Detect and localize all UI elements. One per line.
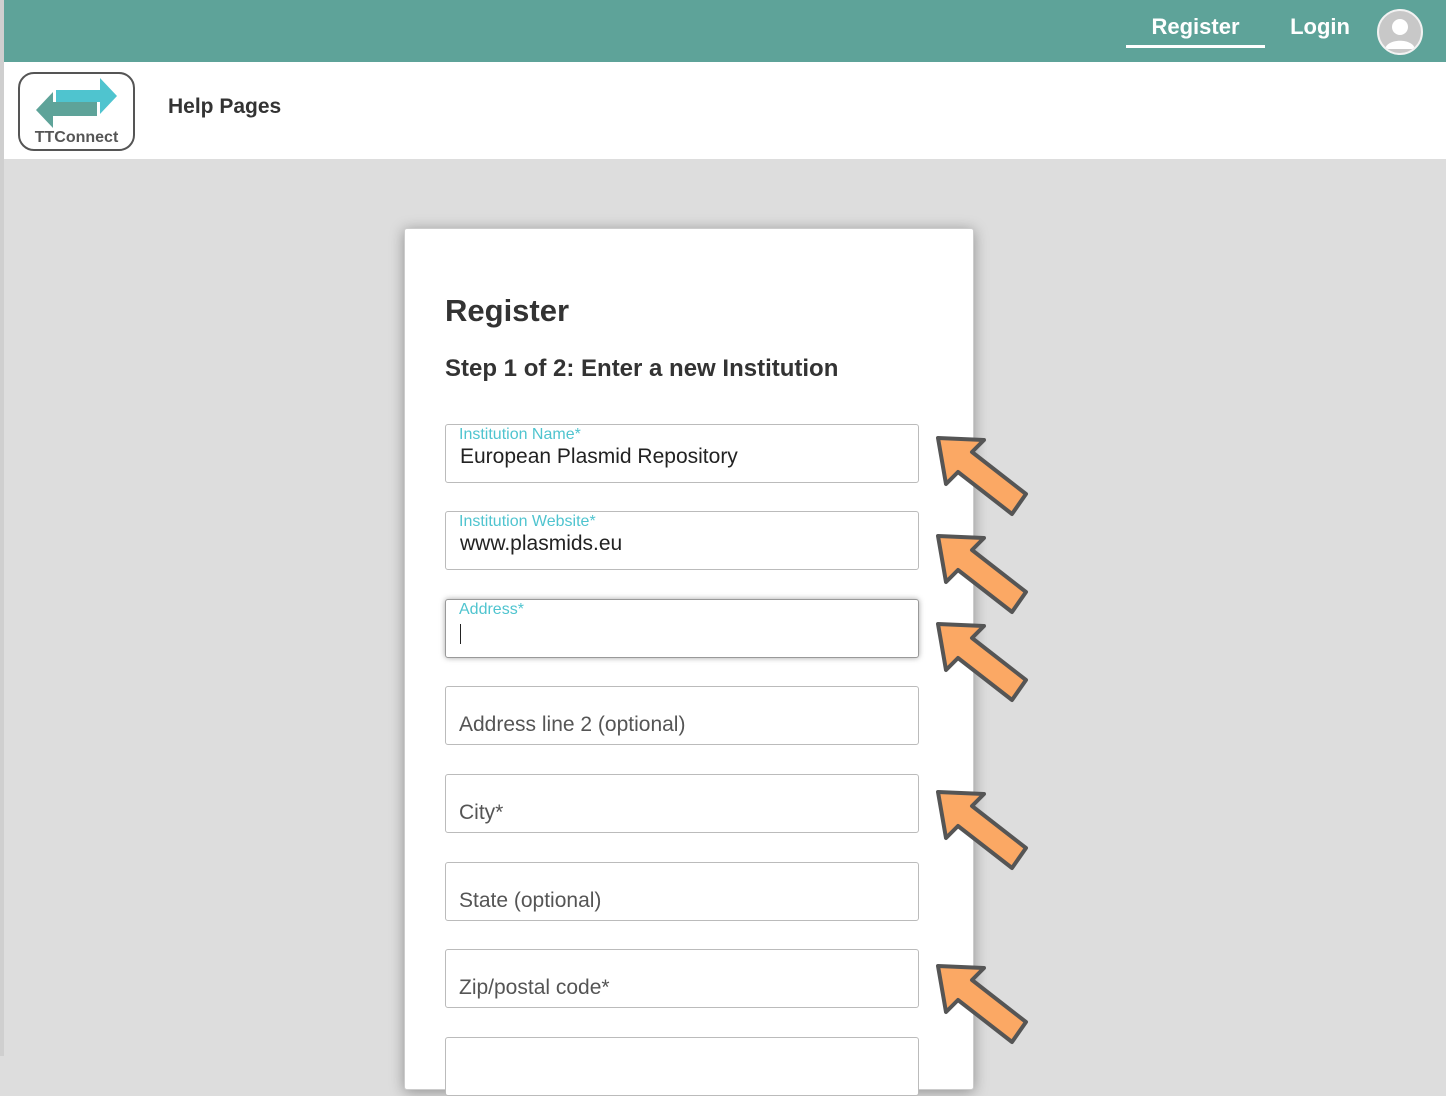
annotation-arrow-icon xyxy=(936,534,1028,614)
site-header: TTConnect Help Pages xyxy=(4,62,1446,159)
field-value: www.plasmids.eu xyxy=(460,532,623,555)
country-select-field[interactable] xyxy=(445,1037,919,1096)
user-avatar-icon[interactable] xyxy=(1377,9,1423,55)
nav-register-label: Register xyxy=(1151,14,1240,39)
nav-login-link[interactable]: Login xyxy=(1286,12,1354,42)
annotation-arrow-icon xyxy=(936,790,1028,870)
field-placeholder: Address line 2 (optional) xyxy=(459,713,686,736)
logo-text: TTConnect xyxy=(34,129,119,146)
register-card: Register Step 1 of 2: Enter a new Instit… xyxy=(404,228,974,1096)
institution-website-field[interactable]: Institution Website* www.plasmids.eu xyxy=(445,511,919,570)
text-cursor xyxy=(460,624,461,644)
field-placeholder: State (optional) xyxy=(459,889,602,912)
zip-postal-code-field[interactable]: Zip/postal code* xyxy=(445,949,919,1008)
annotation-arrow-icon xyxy=(936,622,1028,702)
state-field[interactable]: State (optional) xyxy=(445,862,919,921)
field-placeholder: City* xyxy=(459,801,504,824)
field-label: Institution Name* xyxy=(459,426,581,443)
field-label: Address* xyxy=(459,601,524,618)
page-title: Register xyxy=(445,293,570,328)
annotation-arrow-icon xyxy=(936,964,1028,1044)
annotation-arrow-icon xyxy=(936,436,1028,516)
address-field[interactable]: Address* xyxy=(445,599,919,658)
step-subtitle: Step 1 of 2: Enter a new Institution xyxy=(445,355,839,382)
field-placeholder: Zip/postal code* xyxy=(459,976,610,999)
top-navigation-bar: Register Login xyxy=(4,0,1446,62)
institution-name-field[interactable]: Institution Name* European Plasmid Repos… xyxy=(445,424,919,483)
ttconnect-logo[interactable]: TTConnect xyxy=(18,72,135,151)
help-pages-link[interactable]: Help Pages xyxy=(168,95,281,119)
field-value: European Plasmid Repository xyxy=(460,445,738,468)
active-tab-underline xyxy=(1126,45,1265,48)
nav-register-link[interactable]: Register xyxy=(1126,12,1265,48)
city-field[interactable]: City* xyxy=(445,774,919,833)
address-line-2-field[interactable]: Address line 2 (optional) xyxy=(445,686,919,745)
exchange-arrows-icon xyxy=(36,78,117,128)
field-label: Institution Website* xyxy=(459,513,596,530)
